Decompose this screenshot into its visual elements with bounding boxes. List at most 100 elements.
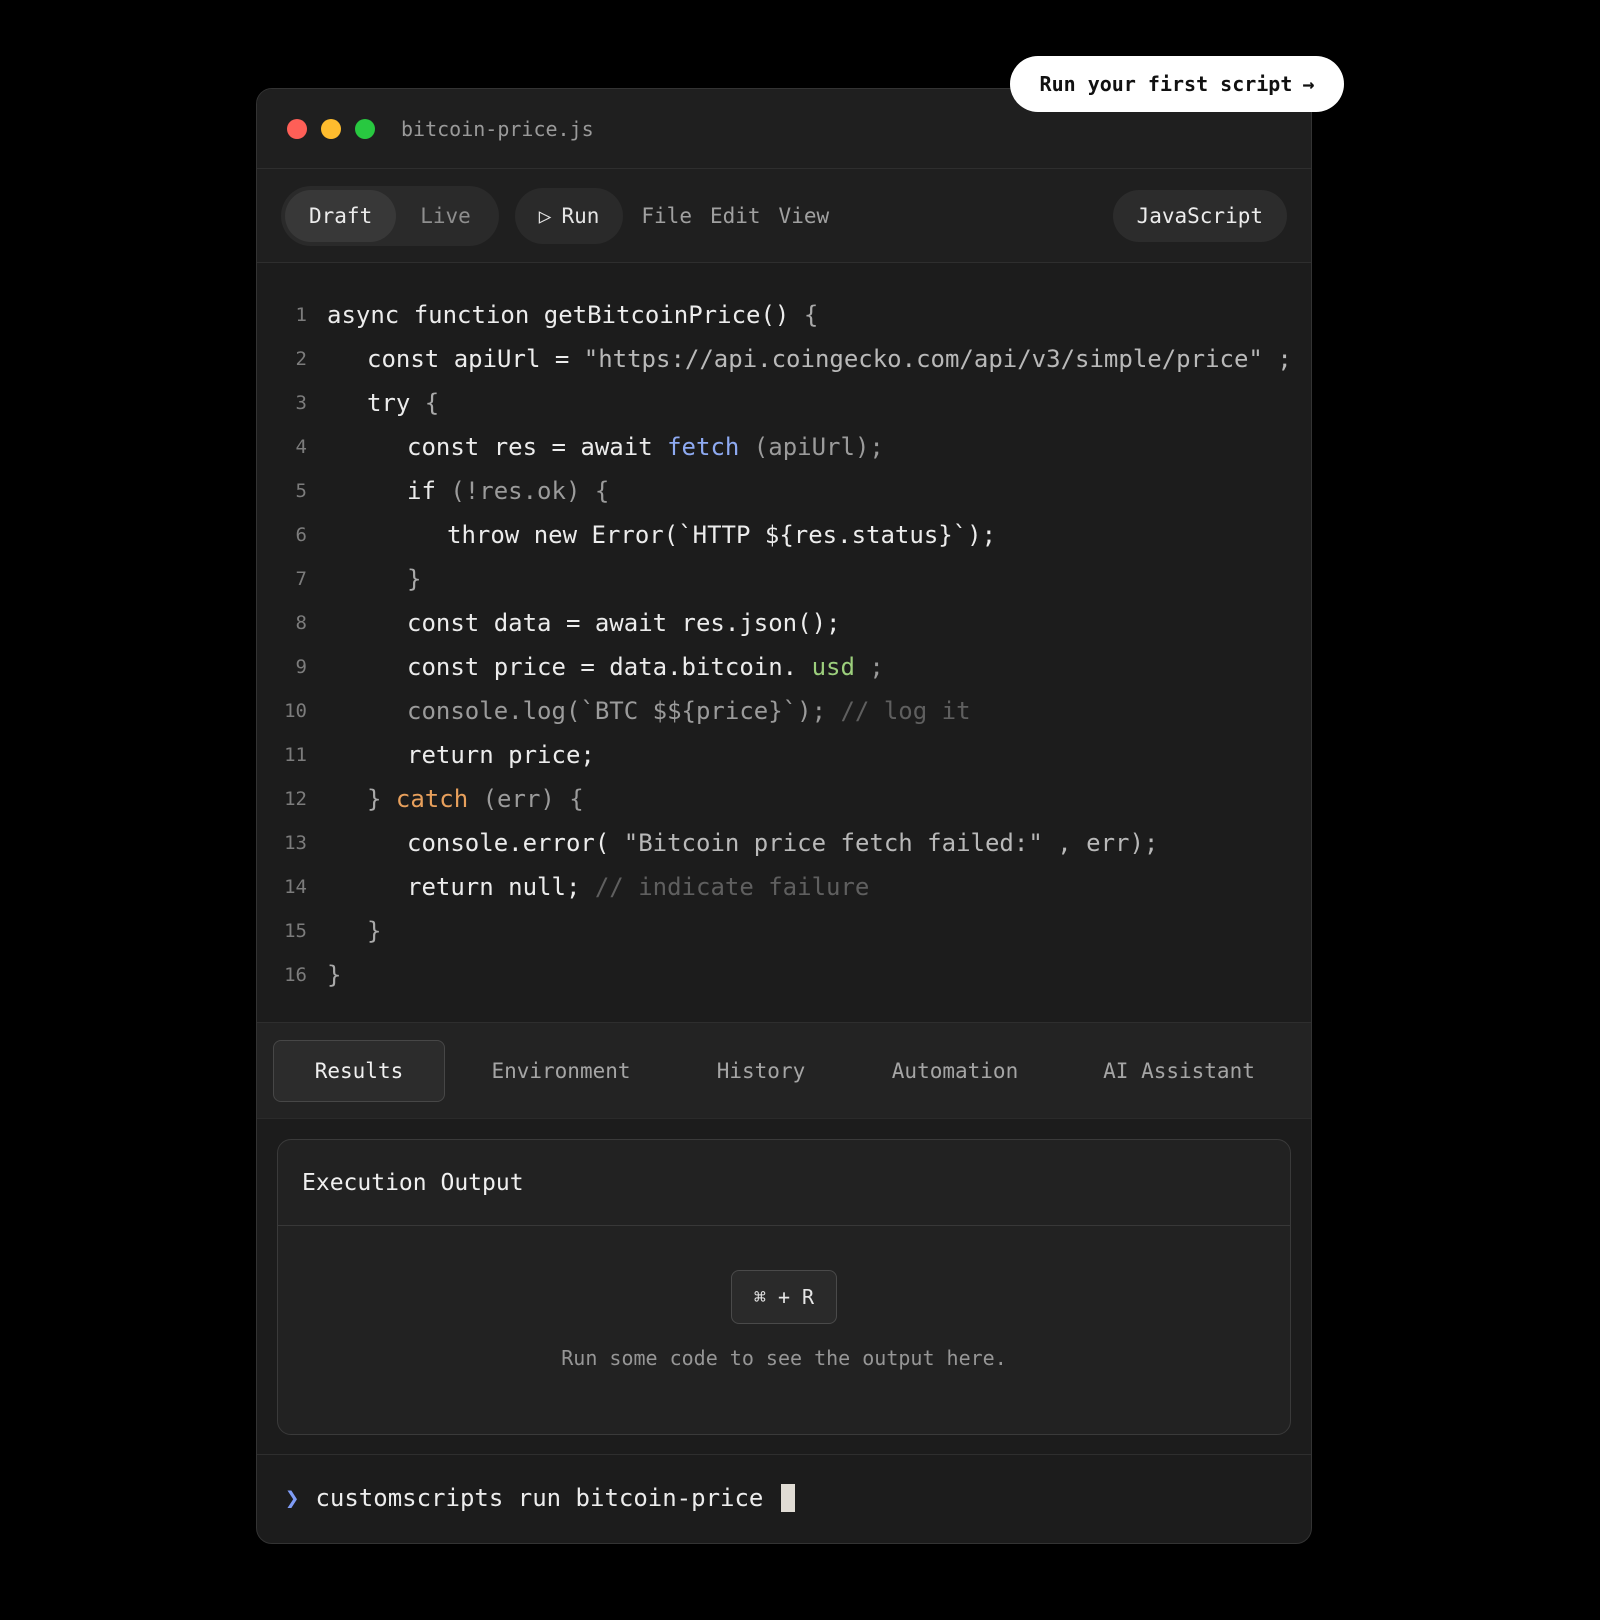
panel-title: Execution Output xyxy=(278,1140,1290,1226)
maximize-window-button[interactable] xyxy=(355,118,375,139)
run-button[interactable]: ▷ Run xyxy=(514,187,624,244)
mode-toggle: Draft Live xyxy=(281,185,499,246)
code-token: (apiUrl); xyxy=(739,433,884,461)
terminal-command: customscripts run bitcoin-price xyxy=(315,1484,764,1512)
code-line: 8 const data = await res.json(); xyxy=(257,601,1311,645)
code-token: ; xyxy=(854,653,884,681)
line-number: 12 xyxy=(284,788,307,810)
tab-results[interactable]: Results xyxy=(273,1039,445,1102)
line-number: 15 xyxy=(284,920,307,942)
code-token: } xyxy=(407,565,422,593)
code-line: 1 async function getBitcoinPrice() { xyxy=(257,293,1311,337)
menu-bar: File Edit View xyxy=(641,204,829,228)
code-token: "https://api.coingecko.com/api/v3/simple… xyxy=(583,345,1292,373)
code-token: throw new Error(`HTTP ${res.status}`); xyxy=(447,521,997,549)
code-token: } xyxy=(367,785,396,813)
code-text: const apiUrl = "https://api.coingecko.co… xyxy=(327,345,1292,373)
line-number: 5 xyxy=(295,480,307,502)
language-selector[interactable]: JavaScript xyxy=(1112,189,1287,242)
code-token: const price = data.bitcoin. xyxy=(407,653,812,681)
empty-state: ⌘ + R Run some code to see the output he… xyxy=(278,1226,1290,1370)
code-line: 3 try { xyxy=(257,381,1311,425)
output-tabs: Results Environment History Automation A… xyxy=(257,1023,1311,1119)
code-token: "Bitcoin price fetch failed:" , err); xyxy=(623,829,1159,857)
code-token: console.log(`BTC $${price}`); xyxy=(407,697,841,725)
code-token: (!res.ok) { xyxy=(450,477,610,505)
code-text: if (!res.ok) { xyxy=(327,477,609,505)
code-text: console.log(`BTC $${price}`); // log it xyxy=(327,697,971,725)
code-text: try { xyxy=(327,389,439,417)
line-number: 16 xyxy=(284,964,307,986)
code-token: } xyxy=(327,961,342,989)
code-text: return price; xyxy=(327,741,595,769)
line-number: 11 xyxy=(284,744,307,766)
line-number: 7 xyxy=(295,568,307,590)
line-number: 14 xyxy=(284,876,307,898)
results-area: Execution Output ⌘ + R Run some code to … xyxy=(257,1119,1311,1455)
line-number: 6 xyxy=(295,524,307,546)
execution-output-panel: Execution Output ⌘ + R Run some code to … xyxy=(277,1139,1291,1435)
code-text: return null; // indicate failure xyxy=(327,873,869,901)
tab-environment[interactable]: Environment xyxy=(445,1040,677,1102)
line-number: 1 xyxy=(295,304,307,326)
file-name: bitcoin-price.js xyxy=(401,116,594,141)
menu-file[interactable]: File xyxy=(641,204,692,228)
code-token: { xyxy=(424,389,440,417)
code-token: if xyxy=(407,477,451,505)
code-line: 13 console.error( "Bitcoin price fetch fa… xyxy=(257,821,1311,865)
code-line: 9 const price = data.bitcoin. usd ; xyxy=(257,645,1311,689)
code-token: } xyxy=(367,917,382,945)
code-text: throw new Error(`HTTP ${res.status}`); xyxy=(327,521,996,549)
prompt-chevron-icon: ❯ xyxy=(285,1484,300,1512)
line-number: 3 xyxy=(295,392,307,414)
editor-window: bitcoin-price.js Draft Live ▷ Run File E… xyxy=(256,88,1312,1544)
code-line: 7} xyxy=(257,557,1311,601)
line-number: 4 xyxy=(295,436,307,458)
code-line: 4 const res = await fetch (apiUrl); xyxy=(257,425,1311,469)
code-line: 14 return null; // indicate failure xyxy=(257,865,1311,909)
code-token: (err) { xyxy=(468,785,584,813)
line-number: 13 xyxy=(284,832,307,854)
code-text: } xyxy=(327,961,341,989)
code-text: const res = await fetch (apiUrl); xyxy=(327,433,884,461)
code-token: async function getBitcoinPrice() xyxy=(327,301,804,329)
code-token: console.error( xyxy=(407,829,624,857)
code-text: async function getBitcoinPrice() { xyxy=(327,301,818,329)
empty-state-hint: Run some code to see the output here. xyxy=(561,1346,1007,1370)
menu-edit[interactable]: Edit xyxy=(710,204,761,228)
tab-automation[interactable]: Automation xyxy=(845,1040,1065,1102)
line-number: 8 xyxy=(295,612,307,634)
cta-label: Run your first script xyxy=(1039,72,1293,96)
code-token: const data = await res.json(); xyxy=(407,609,841,637)
code-token: { xyxy=(803,301,819,329)
code-token: // indicate failure xyxy=(594,873,870,901)
toolbar: Draft Live ▷ Run File Edit View JavaScri… xyxy=(257,169,1311,263)
code-text: } xyxy=(327,917,381,945)
mode-draft-button[interactable]: Draft xyxy=(285,189,397,242)
terminal-line[interactable]: ❯ customscripts run bitcoin-price xyxy=(257,1455,1311,1541)
play-icon: ▷ xyxy=(538,203,552,228)
menu-view[interactable]: View xyxy=(779,204,830,228)
arrow-right-icon: → xyxy=(1302,72,1315,96)
minimize-window-button[interactable] xyxy=(321,118,341,139)
code-text: const price = data.bitcoin. usd ; xyxy=(327,653,884,681)
line-number: 2 xyxy=(295,348,307,370)
code-token: usd xyxy=(811,653,855,681)
mode-live-button[interactable]: Live xyxy=(396,190,495,242)
code-token: return price; xyxy=(407,741,595,769)
code-token: catch xyxy=(395,785,469,813)
code-token: return null; xyxy=(407,873,595,901)
close-window-button[interactable] xyxy=(287,118,307,139)
code-line: 15} xyxy=(257,909,1311,953)
tab-history[interactable]: History xyxy=(677,1040,845,1102)
code-token: // log it xyxy=(840,697,971,725)
run-first-script-button[interactable]: Run your first script → xyxy=(1010,56,1344,112)
code-editor[interactable]: 1 async function getBitcoinPrice() {2 cons… xyxy=(257,263,1311,1023)
tab-ai-assistant[interactable]: AI Assistant xyxy=(1065,1040,1293,1102)
code-line: 12} catch (err) { xyxy=(257,777,1311,821)
code-text: } xyxy=(327,565,421,593)
line-number: 10 xyxy=(284,700,307,722)
line-number: 9 xyxy=(295,656,307,678)
code-line: 16} xyxy=(257,953,1311,997)
code-token: const res = await xyxy=(407,433,668,461)
